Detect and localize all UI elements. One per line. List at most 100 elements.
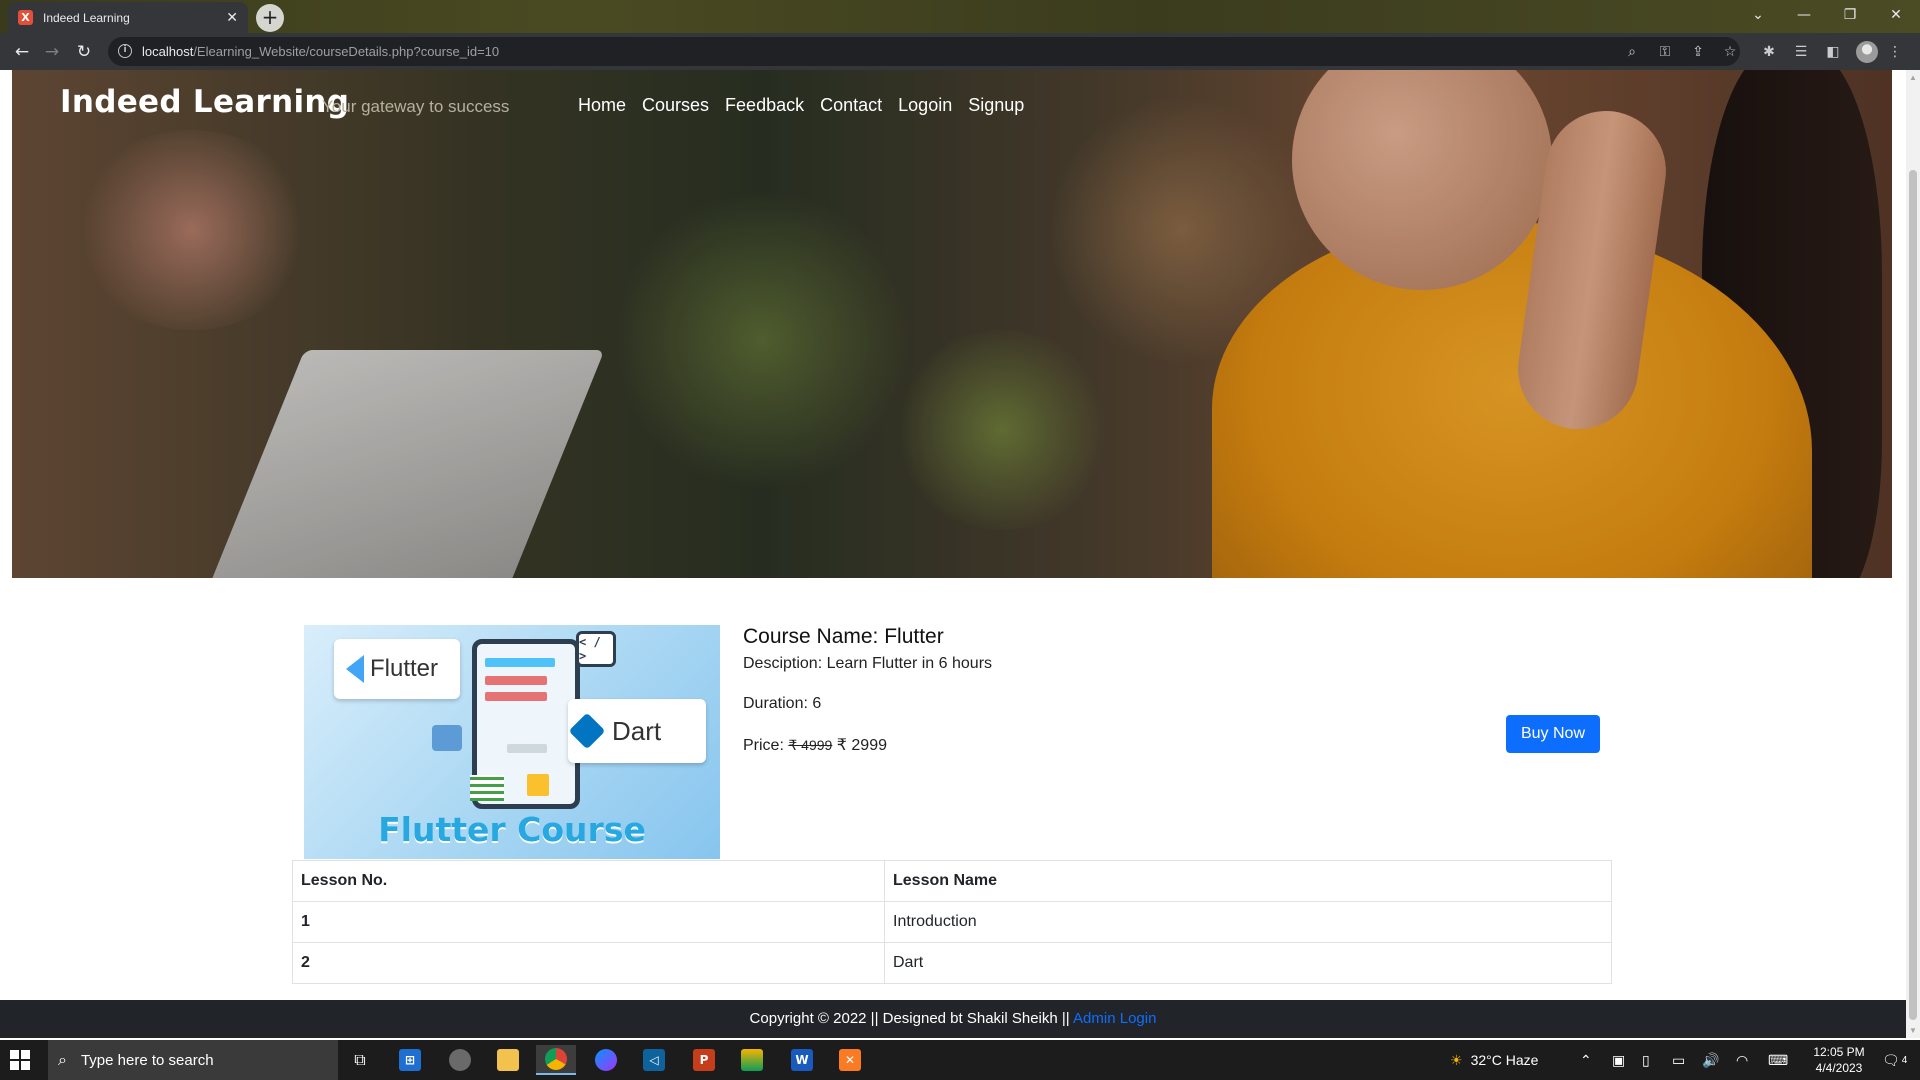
notification-count: 4	[1901, 1054, 1908, 1066]
back-arrow-icon[interactable]: ←	[10, 40, 34, 64]
keyboard-icon[interactable]: ⌨	[1768, 1040, 1788, 1080]
file-explorer-icon[interactable]	[488, 1045, 528, 1075]
profile-avatar[interactable]	[1856, 41, 1878, 63]
minimize-button[interactable]: —	[1781, 0, 1827, 30]
site-brand[interactable]: Indeed Learning	[60, 84, 349, 120]
column-header: Lesson No.	[292, 860, 885, 902]
vscode-icon[interactable]: ◁	[634, 1045, 674, 1075]
site-tagline: Your gateway to success	[322, 97, 510, 116]
lesson-number: 2	[292, 942, 885, 984]
flutter-badge: Flutter	[334, 639, 460, 699]
side-panel-icon[interactable]: ◧	[1822, 41, 1844, 63]
buy-now-button[interactable]: Buy Now	[1506, 715, 1600, 753]
nav-link-home[interactable]: Home	[578, 95, 626, 116]
nav-link-signup[interactable]: Signup	[968, 95, 1024, 116]
zoom-search-icon[interactable]: ⌕	[1622, 42, 1642, 62]
weather-text: 32°C Haze	[1470, 1052, 1539, 1068]
tab-title: Indeed Learning	[43, 10, 130, 25]
lesson-name: Dart	[884, 942, 1612, 984]
site-info-icon[interactable]: i	[118, 44, 132, 58]
course-price: Price: ₹ 4999 ₹ 2999	[743, 735, 1443, 755]
reading-list-icon[interactable]: ☰	[1790, 41, 1812, 63]
windows-start-icon[interactable]	[10, 1050, 30, 1070]
tray-app-icon[interactable]: ▣	[1612, 1040, 1625, 1080]
taskbar-search-placeholder: Type here to search	[80, 1051, 214, 1069]
scroll-up-arrow-icon[interactable]: ▲	[1909, 73, 1917, 82]
wifi-icon[interactable]: ◠	[1736, 1040, 1748, 1080]
close-window-button[interactable]: ✕	[1873, 0, 1919, 30]
dart-logo-icon	[568, 712, 606, 750]
address-bar[interactable]: i localhost/Elearning_Website/courseDeta…	[108, 37, 1740, 66]
site-navbar: Indeed Learning Your gateway to success …	[12, 70, 1892, 140]
chrome-menu-icon[interactable]: ⋮	[1884, 41, 1906, 63]
column-header: Lesson Name	[884, 860, 1612, 902]
course-duration: Duration: 6	[743, 695, 822, 712]
chrome-taskbar-icon[interactable]	[536, 1045, 576, 1075]
volume-icon[interactable]: 🔊	[1702, 1040, 1719, 1080]
powerpoint-icon[interactable]: P	[684, 1045, 724, 1075]
page-scrollbar[interactable]: ▲ ▼	[1906, 70, 1920, 1038]
task-view-icon[interactable]: ⧉	[340, 1045, 380, 1075]
flutter-logo-icon	[346, 655, 364, 683]
tray-device-icon[interactable]: ▯	[1642, 1040, 1650, 1080]
nav-link-contact[interactable]: Contact	[820, 95, 882, 116]
nav-link-feedback[interactable]: Feedback	[725, 95, 804, 116]
course-description: Desciption: Learn Flutter in 6 hours	[743, 655, 993, 672]
weather-sun-icon: ☀	[1450, 1051, 1463, 1068]
old-price: ₹ 4999	[788, 737, 833, 753]
layers-app-icon[interactable]	[732, 1045, 772, 1075]
nav-link-login[interactable]: Logoin	[898, 95, 952, 116]
word-icon[interactable]: W	[782, 1045, 822, 1075]
browser-tab-strip: X Indeed Learning ✕ + ⌄ — ❐ ✕	[0, 0, 1920, 33]
weather-widget[interactable]: ☀ 32°C Haze	[1450, 1040, 1538, 1080]
app-icon-ai[interactable]	[440, 1045, 480, 1075]
bookmark-star-icon[interactable]: ☆	[1720, 42, 1740, 62]
share-icon[interactable]: ⇪	[1688, 42, 1708, 62]
course-name: Course Name: Flutter	[743, 625, 944, 648]
scrollbar-thumb[interactable]	[1909, 170, 1917, 1020]
site-footer: Copyright © 2022 || Designed bt Shakil S…	[0, 1000, 1906, 1038]
lesson-name: Introduction	[884, 901, 1612, 943]
tray-chevron-icon[interactable]: ⌃	[1580, 1040, 1592, 1080]
tab-search-icon[interactable]: ⌄	[1735, 0, 1781, 30]
tab-close-icon[interactable]: ✕	[226, 9, 238, 26]
windows-taskbar: ⌕ Type here to search ⧉ ⊞ ◁ P W ✕ ☀ 32°C…	[0, 1040, 1920, 1080]
restore-button[interactable]: ❐	[1827, 0, 1873, 30]
browser-toolbar: ← → ↻ i localhost/Elearning_Website/cour…	[0, 33, 1920, 70]
browser-tab[interactable]: X Indeed Learning ✕	[8, 2, 248, 33]
xampp-icon[interactable]: ✕	[830, 1045, 870, 1075]
forward-arrow-icon[interactable]: →	[40, 40, 64, 64]
password-key-icon[interactable]: ⚿	[1655, 42, 1675, 62]
admin-login-link[interactable]: Admin Login	[1073, 1010, 1156, 1027]
nav-link-courses[interactable]: Courses	[642, 95, 709, 116]
table-row: 1 Introduction	[292, 901, 1612, 943]
system-clock[interactable]: 12:05 PM 4/4/2023	[1808, 1044, 1870, 1076]
battery-icon[interactable]: ▭	[1672, 1040, 1685, 1080]
messenger-icon[interactable]	[586, 1045, 626, 1075]
lesson-number: 1	[292, 901, 885, 943]
table-header-row: Lesson No. Lesson Name	[292, 860, 1612, 902]
lessons-table: Lesson No. Lesson Name 1 Introduction 2 …	[292, 860, 1612, 984]
footer-copyright: Copyright © 2022 || Designed bt Shakil S…	[749, 1010, 1074, 1027]
url-text[interactable]: localhost/Elearning_Website/courseDetail…	[142, 44, 499, 59]
reload-icon[interactable]: ↻	[72, 40, 96, 64]
main-menu: Home Courses Feedback Contact Logoin Sig…	[578, 95, 1024, 116]
extensions-icon[interactable]: ✱	[1758, 41, 1780, 63]
page-viewport: Indeed Learning Your gateway to success …	[0, 70, 1906, 1038]
image-placeholder-icon	[432, 725, 462, 751]
taskbar-search-box[interactable]: ⌕ Type here to search	[48, 1040, 338, 1080]
clock-date: 4/4/2023	[1815, 1061, 1863, 1075]
notification-center-icon[interactable]: 🗨 4	[1882, 1040, 1907, 1080]
hero-banner-image	[12, 70, 1892, 578]
course-thumbnail: Flutter < / > Dart Flutter Course	[304, 625, 720, 859]
scroll-down-arrow-icon[interactable]: ▼	[1909, 1026, 1917, 1035]
course-info: Course Name: Flutter Desciption: Learn F…	[743, 625, 1443, 755]
clock-time: 12:05 PM	[1813, 1045, 1865, 1059]
code-tag-icon: < / >	[576, 631, 616, 667]
table-row: 2 Dart	[292, 942, 1612, 984]
price-label: Price:	[743, 737, 784, 754]
new-tab-button[interactable]: +	[256, 4, 284, 32]
dart-badge: Dart	[568, 699, 706, 763]
store-icon[interactable]: ⊞	[390, 1045, 430, 1075]
thumbnail-caption: Flutter Course	[378, 810, 646, 849]
